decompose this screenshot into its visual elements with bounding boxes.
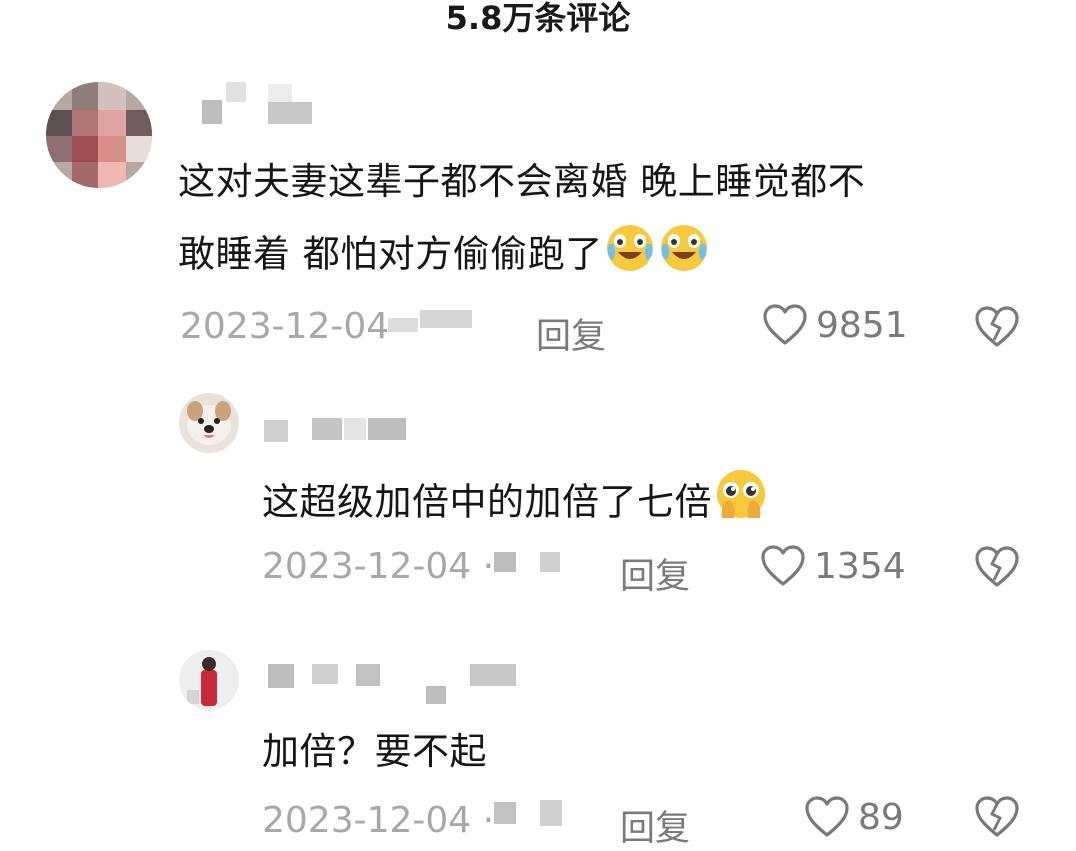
like-count: 9851 (816, 304, 908, 346)
broken-heart-icon (974, 546, 1020, 588)
broken-heart-icon (974, 796, 1020, 838)
comment-date: 2023-12-04 (180, 306, 390, 347)
comment-text: 这超级加倍中的加倍了七倍 (262, 466, 770, 542)
crying-laugh-icon (657, 220, 711, 292)
like-button[interactable]: 1354 (760, 545, 906, 587)
reply-button[interactable]: 回复 (620, 800, 690, 851)
heart-icon (762, 304, 808, 346)
like-count: 1354 (814, 545, 906, 587)
dislike-button[interactable] (974, 546, 1020, 588)
comment-count-title: 5.8万条评论 (445, 0, 631, 37)
broken-heart-icon (974, 306, 1020, 348)
avatar[interactable] (46, 82, 152, 188)
comment-text: 这对夫妻这辈子都不会离婚 晚上睡觉都不 敢睡着 都怕对方偷偷跑了 (178, 152, 1038, 292)
crying-laugh-icon (603, 220, 657, 292)
heart-icon (760, 545, 806, 587)
avatar[interactable] (179, 393, 239, 453)
dislike-button[interactable] (974, 306, 1020, 348)
avatar[interactable] (179, 650, 239, 710)
comment-date: 2023-12-04 · (262, 800, 495, 841)
like-button[interactable]: 89 (804, 796, 904, 838)
reply-button[interactable]: 回复 (536, 308, 606, 359)
comment-date: 2023-12-04 · (262, 546, 495, 587)
heart-icon (804, 796, 850, 838)
like-count: 89 (858, 796, 904, 838)
dislike-button[interactable] (974, 796, 1020, 838)
comment-text: 加倍？要不起 (262, 730, 487, 773)
pleading-face-icon (712, 466, 770, 542)
reply-button[interactable]: 回复 (620, 548, 690, 599)
like-button[interactable]: 9851 (762, 304, 908, 346)
